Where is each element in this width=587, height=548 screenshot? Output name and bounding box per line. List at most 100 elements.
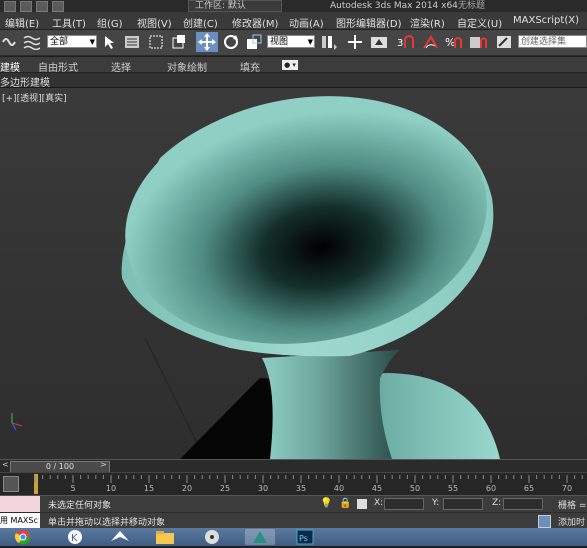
tab-modeling[interactable]: 建模: [0, 59, 20, 74]
menu-customize[interactable]: 自定义(U): [457, 15, 502, 30]
rectangular-selection-icon[interactable]: [148, 34, 164, 50]
select-manipulate-icon[interactable]: [346, 34, 364, 50]
app-title: Autodesk 3ds Max 2014 x64: [330, 1, 458, 11]
bird-app-icon[interactable]: [105, 529, 135, 545]
title-bar: 工作区: 默认 Autodesk 3ds Max 2014 x64 无标题: [0, 0, 587, 12]
link-icon[interactable]: [1, 34, 17, 50]
document-name: 无标题: [458, 1, 486, 11]
track-ticks: [34, 475, 583, 483]
spinner-snap-icon[interactable]: [469, 34, 487, 50]
menu-views[interactable]: 视图(V): [137, 15, 172, 30]
angle-snap-icon[interactable]: [421, 34, 439, 50]
photoshop-icon[interactable]: Ps: [290, 529, 320, 545]
menu-rendering[interactable]: 渲染(R): [410, 15, 445, 30]
time-tag-icon[interactable]: [538, 515, 551, 528]
k-app-icon[interactable]: K: [60, 529, 90, 545]
tick-label: 65: [523, 484, 535, 493]
select-object-icon[interactable]: [102, 34, 118, 50]
status-row-1: 未选定任何对象 💡 🔒 X: Y: Z: 栅格 =: [0, 495, 587, 513]
menu-group[interactable]: 组(G): [97, 15, 123, 30]
menu-animation[interactable]: 动画(A): [289, 15, 324, 30]
prev-frame-icon[interactable]: <: [2, 460, 9, 469]
tab-freeform[interactable]: 自由形式: [38, 59, 78, 74]
os-taskbar: K Ps: [0, 528, 587, 546]
menu-bar: 编辑(E) 工具(T) 组(G) 视图(V) 创建(C) 修改器(M) 动画(A…: [0, 12, 587, 30]
tab-populate[interactable]: 填充: [240, 59, 260, 74]
menu-create[interactable]: 创建(C): [183, 15, 218, 30]
save-file-icon[interactable]: [20, 0, 32, 12]
ribbon-tabs: 建模 自由形式 选择 对象绘制 填充 ● ▾: [0, 57, 587, 74]
prompt-line: 单击并拖动以选择并移动对象: [48, 518, 166, 528]
isolate-icon[interactable]: 💡: [320, 498, 332, 509]
menu-graph-editors[interactable]: 图形编辑器(D): [336, 15, 402, 30]
keyboard-shortcut-icon[interactable]: [370, 34, 388, 50]
grid-line: [144, 337, 206, 459]
tick-label: 25: [219, 484, 231, 493]
tick-label: 45: [371, 484, 383, 493]
svg-text:K: K: [71, 533, 78, 544]
polygon-modeling-label[interactable]: 多边形建模: [0, 74, 50, 89]
media-player-icon[interactable]: [197, 529, 227, 545]
selection-filter-dropdown[interactable]: 全部 ▼: [47, 35, 97, 48]
edit-named-selection-icon[interactable]: [495, 34, 513, 50]
selection-status: 未选定任何对象: [48, 501, 112, 511]
chrome-icon[interactable]: [8, 529, 38, 545]
viewport-scene: [11, 96, 500, 459]
tick-label: 60: [485, 484, 497, 493]
tick-label: 70: [561, 484, 573, 493]
snaps-toggle-icon[interactable]: 3: [397, 34, 415, 50]
lock-selection-icon[interactable]: 🔒: [339, 498, 351, 509]
svg-text:Ps: Ps: [299, 534, 308, 543]
menu-modifiers[interactable]: 修改器(M): [232, 15, 278, 30]
percent-snap-icon[interactable]: %: [445, 34, 463, 50]
time-position: 0 / 100: [45, 462, 75, 471]
perspective-viewport[interactable]: [+][透视][真实]: [0, 88, 587, 459]
window-crossing-icon[interactable]: [171, 34, 187, 50]
next-frame-icon[interactable]: >: [100, 460, 107, 469]
z-coordinate-field[interactable]: [503, 498, 543, 510]
x-coordinate-field[interactable]: [384, 498, 424, 510]
maxscript-listener-pink[interactable]: [0, 496, 40, 513]
selection-filter-value: 全部: [50, 37, 69, 47]
undo-icon[interactable]: [36, 0, 48, 12]
grid-size-label: 栅格 =: [558, 501, 587, 511]
menu-edit[interactable]: 编辑(E): [5, 15, 39, 30]
pivot-center-icon[interactable]: [320, 34, 338, 50]
menu-tools[interactable]: 工具(T): [52, 15, 86, 30]
chevron-down-icon: ▼: [89, 38, 95, 46]
named-selection-set-field[interactable]: 创建选择集: [518, 35, 587, 48]
select-and-rotate-icon[interactable]: [222, 34, 240, 50]
main-toolbar: 全部 ▼ 视图 ▼ 3 % 创建选择集: [0, 30, 587, 56]
redo-icon[interactable]: [52, 0, 64, 12]
select-and-move-icon[interactable]: [196, 32, 218, 52]
reference-coordinate-value: 视图: [270, 37, 289, 47]
tick-label: 10: [105, 484, 117, 493]
svg-text:3: 3: [397, 38, 403, 49]
menu-maxscript[interactable]: MAXScript(X): [513, 15, 579, 26]
bind-space-warp-icon[interactable]: [22, 34, 40, 50]
tick-label: 40: [333, 484, 345, 493]
open-file-icon[interactable]: [4, 0, 16, 12]
ribbon-panel: 多边形建模: [0, 73, 587, 89]
x-label: X:: [374, 498, 384, 508]
workspace-dropdown[interactable]: 工作区: 默认: [188, 0, 282, 12]
tab-selection[interactable]: 选择: [111, 59, 131, 74]
track-bar[interactable]: 5 10 15 20 25 30 35 40 45 50 55 60 65 70: [0, 472, 587, 495]
y-coordinate-field[interactable]: [443, 498, 483, 510]
select-and-scale-icon[interactable]: [245, 34, 263, 50]
time-slider[interactable]: < 0 / 100 >: [0, 459, 587, 473]
add-time-tag[interactable]: 添加时: [558, 515, 585, 528]
absolute-mode-icon[interactable]: [357, 499, 367, 509]
maxscript-label: 用 MAXSc: [0, 516, 38, 525]
chevron-down-icon: ▼: [307, 38, 313, 46]
named-selection-placeholder: 创建选择集: [521, 37, 567, 47]
maxscript-mini-listener[interactable]: 用 MAXSc: [0, 513, 40, 529]
select-by-name-icon[interactable]: [124, 34, 142, 50]
folder-icon[interactable]: [150, 529, 180, 545]
ribbon-options-icon[interactable]: ● ▾: [282, 60, 298, 70]
vase-opening: [125, 96, 487, 344]
reference-coordinate-dropdown[interactable]: 视图 ▼: [267, 35, 315, 48]
tick-label: 5: [70, 484, 76, 493]
tab-object-paint[interactable]: 对象绘制: [167, 59, 207, 74]
3dsmax-taskbar-icon[interactable]: [245, 529, 275, 545]
